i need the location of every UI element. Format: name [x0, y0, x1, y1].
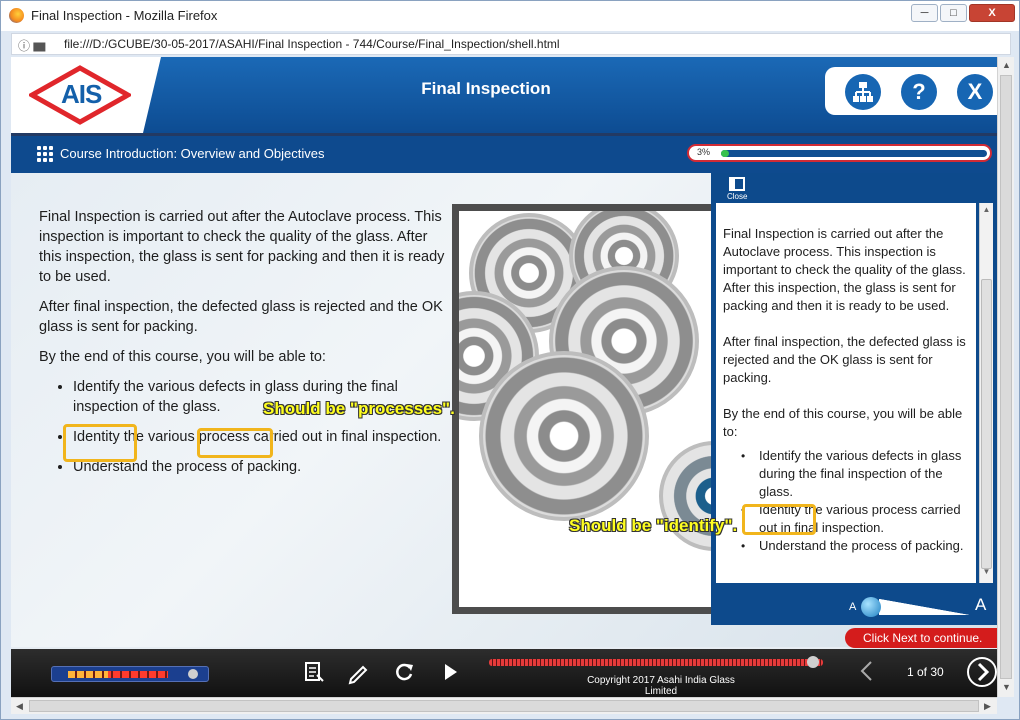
target-shape	[479, 351, 649, 521]
scroll-down-arrow[interactable]: ▼	[980, 567, 993, 581]
font-smaller-label: A	[849, 601, 857, 613]
paragraph-rejection: After final inspection, the defected gla…	[39, 299, 443, 335]
transcript-panel: Close Final Inspection is carried out af…	[711, 173, 997, 625]
volume-bars	[68, 671, 168, 678]
review-note: Should be "processes".	[263, 399, 455, 418]
course-progress: 3%	[687, 144, 992, 162]
seek-bar[interactable]	[489, 656, 823, 668]
transcript-list: Identify the various defects in glass du…	[741, 447, 970, 555]
list-item: Understand the process of packing.	[741, 537, 970, 555]
horizontal-scroll-thumb[interactable]	[29, 700, 979, 712]
font-larger-label: A	[975, 595, 987, 614]
volume-level	[68, 671, 108, 678]
company-logo: AIS	[61, 79, 102, 109]
chevron-right-icon	[977, 662, 990, 682]
previous-button[interactable]	[857, 659, 877, 690]
transcript-paragraph: By the end of this course, you will be a…	[723, 406, 963, 439]
volume-control[interactable]	[51, 666, 209, 682]
seek-knob[interactable]	[806, 656, 819, 668]
next-button[interactable]	[967, 657, 997, 687]
font-size-steps[interactable]	[879, 599, 969, 615]
header-tools: ? X	[825, 67, 997, 115]
logo-panel: AIS	[11, 57, 161, 133]
play-button[interactable]	[437, 659, 463, 685]
play-icon	[445, 664, 457, 680]
maximize-button[interactable]: □	[940, 4, 967, 22]
transcript-paragraph: After final inspection, the defected gla…	[723, 334, 966, 385]
highlight-box	[63, 424, 137, 462]
course-player: AIS Final Inspection ? X Course Introduc…	[11, 57, 997, 697]
window-title: Final Inspection - Mozilla Firefox	[31, 8, 218, 23]
font-size-knob[interactable]	[861, 597, 881, 617]
close-label: Close	[727, 192, 748, 201]
font-size-control[interactable]: A A	[843, 591, 993, 619]
player-controls: Copyright 2017 Asahi India Glass Limited…	[11, 649, 997, 697]
sitemap-icon	[853, 82, 873, 102]
course-header: AIS Final Inspection ? X	[11, 57, 997, 133]
highlight-box	[742, 504, 816, 535]
minimize-button[interactable]: ─	[911, 4, 938, 22]
url-text[interactable]: file:///D:/GCUBE/30-05-2017/ASAHI/Final …	[64, 37, 560, 51]
sitemap-button[interactable]	[845, 74, 881, 110]
volume-knob[interactable]	[188, 669, 198, 679]
notes-button[interactable]	[345, 659, 371, 685]
section-title: Course Introduction: Overview and Object…	[60, 146, 325, 161]
lesson-image	[452, 204, 722, 614]
progress-label: 3%	[697, 147, 711, 157]
site-info-icon[interactable]: ⓘ ▆	[18, 37, 45, 54]
highlight-box	[197, 428, 273, 458]
address-bar[interactable]: ⓘ ▆ file:///D:/GCUBE/30-05-2017/ASAHI/Fi…	[11, 33, 1011, 55]
firefox-icon	[9, 8, 24, 23]
transcript-scrollbar[interactable]: ▲ ▼	[979, 203, 993, 583]
close-panel-icon	[729, 177, 745, 191]
page-vertical-scrollbar[interactable]: ▲ ▼	[997, 57, 1014, 697]
replay-button[interactable]	[391, 659, 417, 685]
title-bar: Final Inspection - Mozilla Firefox ─ □ X	[1, 1, 1019, 31]
paragraph-intro: Final Inspection is carried out after th…	[39, 209, 445, 285]
vertical-scroll-thumb[interactable]	[1000, 75, 1012, 679]
menu-grid-icon[interactable]	[37, 146, 53, 162]
scroll-down-arrow[interactable]: ▼	[998, 679, 1015, 696]
transcript-paragraph: Final Inspection is carried out after th…	[723, 226, 966, 313]
paragraph-objectives: By the end of this course, you will be a…	[39, 349, 326, 365]
transcript-close-button[interactable]: Close	[727, 177, 747, 201]
help-button[interactable]: ?	[901, 74, 937, 110]
scroll-thumb[interactable]	[981, 279, 992, 569]
replay-icon	[396, 663, 413, 681]
exit-button[interactable]: X	[957, 74, 993, 110]
transcript-button[interactable]	[301, 659, 327, 685]
page-indicator: 1 of 30	[907, 665, 944, 679]
next-hint: Click Next to continue.	[845, 628, 997, 648]
transcript-icon	[305, 662, 324, 682]
list-item: Identify the various defects in glass du…	[741, 447, 970, 501]
progress-fill	[721, 150, 729, 157]
progress-track	[721, 150, 987, 157]
close-window-button[interactable]: X	[969, 4, 1015, 22]
scroll-left-arrow[interactable]: ◀	[11, 698, 28, 715]
browser-window: Final Inspection - Mozilla Firefox ─ □ X…	[0, 0, 1020, 720]
scroll-right-arrow[interactable]: ▶	[979, 698, 996, 715]
scroll-up-arrow[interactable]: ▲	[998, 57, 1015, 74]
pencil-icon	[348, 665, 368, 685]
copyright: Copyright 2017 Asahi India Glass Limited	[587, 675, 735, 697]
scroll-up-arrow[interactable]: ▲	[980, 205, 993, 219]
page-horizontal-scrollbar[interactable]: ◀ ▶	[11, 697, 997, 714]
chevron-left-icon	[860, 661, 872, 681]
review-note: Should be "identify".	[569, 516, 738, 535]
section-bar: Course Introduction: Overview and Object…	[11, 133, 997, 173]
course-title: Final Inspection	[421, 79, 551, 98]
